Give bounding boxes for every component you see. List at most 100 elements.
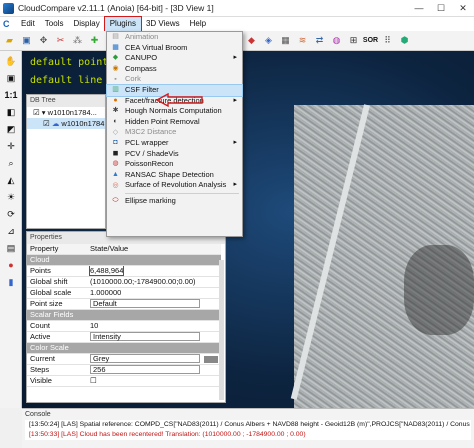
console-line: [13:50:24] [LAS] Spatial reference: COMP… [25, 420, 471, 430]
rotate-icon[interactable]: ⟳ [3, 207, 19, 221]
view-hand-icon[interactable]: ✋ [3, 54, 19, 68]
menu-help[interactable]: Help [185, 17, 211, 31]
sf-bar-icon[interactable]: ▮ [3, 275, 19, 289]
compass-icon: ◉ [112, 64, 119, 72]
menu-edit[interactable]: Edit [16, 17, 40, 31]
active-label: Active [27, 331, 87, 343]
properties-scrollbar[interactable] [219, 260, 224, 400]
menu-plugins[interactable]: Plugins [103, 16, 142, 32]
visible-checkbox[interactable]: ☐ [87, 375, 221, 387]
menu-item-label: Compass [125, 63, 157, 73]
menu-item-animation[interactable]: ▤ Animation [107, 32, 242, 43]
current-label: Current [27, 353, 87, 365]
scalar-field-icon[interactable]: ≋ [295, 33, 310, 48]
broom-icon: ▦ [112, 43, 119, 51]
tree-item[interactable]: ☑ ▾ w1010n1784... [27, 107, 105, 118]
menu-item-canupo[interactable]: ◆ CANUPO ▸ [107, 53, 242, 64]
merge-icon[interactable]: ✚ [87, 33, 102, 48]
menu-item-hough-normals[interactable]: ✱ Hough Normals Computation [107, 106, 242, 117]
camera-icon[interactable]: ▣ [3, 71, 19, 85]
cork-icon: ▪ [114, 75, 117, 83]
ransac-icon: ▲ [112, 170, 119, 178]
label-icon[interactable]: ▤ [3, 241, 19, 255]
app-icon [3, 2, 14, 14]
noise-icon[interactable]: ⠿ [380, 33, 395, 48]
db-tree-header: DB Tree [27, 95, 105, 107]
menu-item-label: Surface of Revolution Analysis [125, 180, 227, 190]
menu-item-ransac[interactable]: ▲ RANSAC Shape Detection [107, 170, 242, 181]
menu-item-ellipse-marking[interactable]: ⬭ Ellipse marking [107, 196, 242, 207]
zoom-icon[interactable]: ⌕ [3, 156, 19, 170]
menu-item-cea-virtual-broom[interactable]: ▦ CEA Virtual Broom [107, 43, 242, 54]
submenu-arrow-icon: ▸ [233, 181, 237, 189]
maximize-button[interactable]: ☐ [430, 0, 452, 17]
minimize-button[interactable]: — [408, 0, 430, 17]
visible-label: Visible [27, 375, 87, 387]
poisson-icon: ◍ [112, 160, 119, 168]
cc-icon[interactable]: ◍ [329, 33, 344, 48]
menu-item-surface-of-revolution[interactable]: ◎ Surface of Revolution Analysis ▸ [107, 180, 242, 191]
global-shift-label: Global shift [27, 276, 87, 288]
console-header: Console [25, 411, 51, 418]
menu-item-m3c2-distance[interactable]: ◇ M3C2 Distance [107, 127, 242, 138]
menu-item-label: PoissonRecon [125, 159, 174, 169]
tree-item-selected[interactable]: ☑ ☁ w1010n1784... [27, 118, 105, 129]
close-button[interactable]: ✕ [452, 0, 474, 17]
color-scale-swatch[interactable] [204, 355, 218, 363]
ellipse-icon: ⬭ [112, 197, 119, 205]
color-scale-select[interactable]: Grey [90, 354, 200, 363]
light-icon[interactable]: ☀ [3, 190, 19, 204]
compare-icon[interactable]: ⇄ [312, 33, 327, 48]
menu-item-label: CSF Filter [125, 84, 159, 94]
view-front-icon[interactable]: ◧ [3, 105, 19, 119]
submenu-arrow-icon: ▸ [233, 138, 237, 146]
pivot-icon[interactable]: ✛ [3, 139, 19, 153]
sample-icon[interactable]: ⁂ [70, 33, 85, 48]
properties-table: Property State/Value Cloud Points 6,488,… [27, 244, 221, 387]
count-label: Count [27, 320, 87, 332]
menu-item-poissonrecon[interactable]: ◍ PoissonRecon [107, 159, 242, 170]
save-icon[interactable]: ▣ [19, 33, 34, 48]
col-property: Property [27, 244, 87, 255]
menu-item-pcl-wrapper[interactable]: ◘ PCL wrapper ▸ [107, 138, 242, 149]
distance-icon[interactable]: ⊞ [346, 33, 361, 48]
revolution-icon: ◎ [112, 181, 119, 189]
point-cloud[interactable] [290, 104, 474, 408]
menu-item-label: PCL wrapper [125, 137, 169, 147]
menu-item-label: M3C2 Distance [125, 127, 177, 137]
annotation-arrow-icon [156, 93, 203, 107]
pcv-icon: ◼ [112, 149, 119, 157]
menu-3d-views[interactable]: 3D Views [141, 17, 185, 31]
octree-icon[interactable]: ▦ [278, 33, 293, 48]
menu-item-pcv-shadevis[interactable]: ◼ PCV / ShadeVis [107, 149, 242, 160]
menu-item-compass[interactable]: ◉ Compass [107, 64, 242, 75]
menu-item-label: CEA Virtual Broom [125, 42, 188, 52]
active-sf-select[interactable]: Intensity [90, 332, 200, 341]
menu-tools[interactable]: Tools [40, 17, 69, 31]
open-icon[interactable]: ▰ [2, 33, 17, 48]
cloud-icon: ☁ [51, 119, 60, 128]
zoom-1-1-icon[interactable]: 1:1 [3, 88, 19, 102]
title-bar: CloudCompare v2.11.1 (Anoia) [64-bit] - … [0, 0, 474, 17]
csf-icon: ▥ [112, 86, 119, 94]
color-icon[interactable]: ◆ [244, 33, 259, 48]
menu-item-hidden-point-removal[interactable]: ◐ Hidden Point Removal [107, 117, 242, 128]
sor-button[interactable]: SOR [363, 33, 378, 48]
move-icon[interactable]: ✥ [36, 33, 51, 48]
facet-icon: ● [113, 96, 118, 104]
menu-separator [125, 192, 239, 194]
fit-icon[interactable]: ⬢ [397, 33, 412, 48]
perspective-icon[interactable]: ◭ [3, 173, 19, 187]
segment-icon[interactable]: ✂ [53, 33, 68, 48]
view-top-icon[interactable]: ◩ [3, 122, 19, 136]
menu-item-cork[interactable]: ▪ Cork [107, 74, 242, 85]
tree-item-label: w1010n1784... [47, 108, 97, 117]
count-value: 10 [87, 320, 221, 332]
normals-icon[interactable]: ◈ [261, 33, 276, 48]
menu-display[interactable]: Display [68, 17, 104, 31]
point-size-select[interactable]: Default [90, 299, 200, 308]
steps-spinbox[interactable]: 256 [90, 365, 200, 374]
m3c2-icon: ◇ [112, 128, 119, 136]
rgb-icon[interactable]: ● [3, 258, 19, 272]
measure-icon[interactable]: ⊿ [3, 224, 19, 238]
